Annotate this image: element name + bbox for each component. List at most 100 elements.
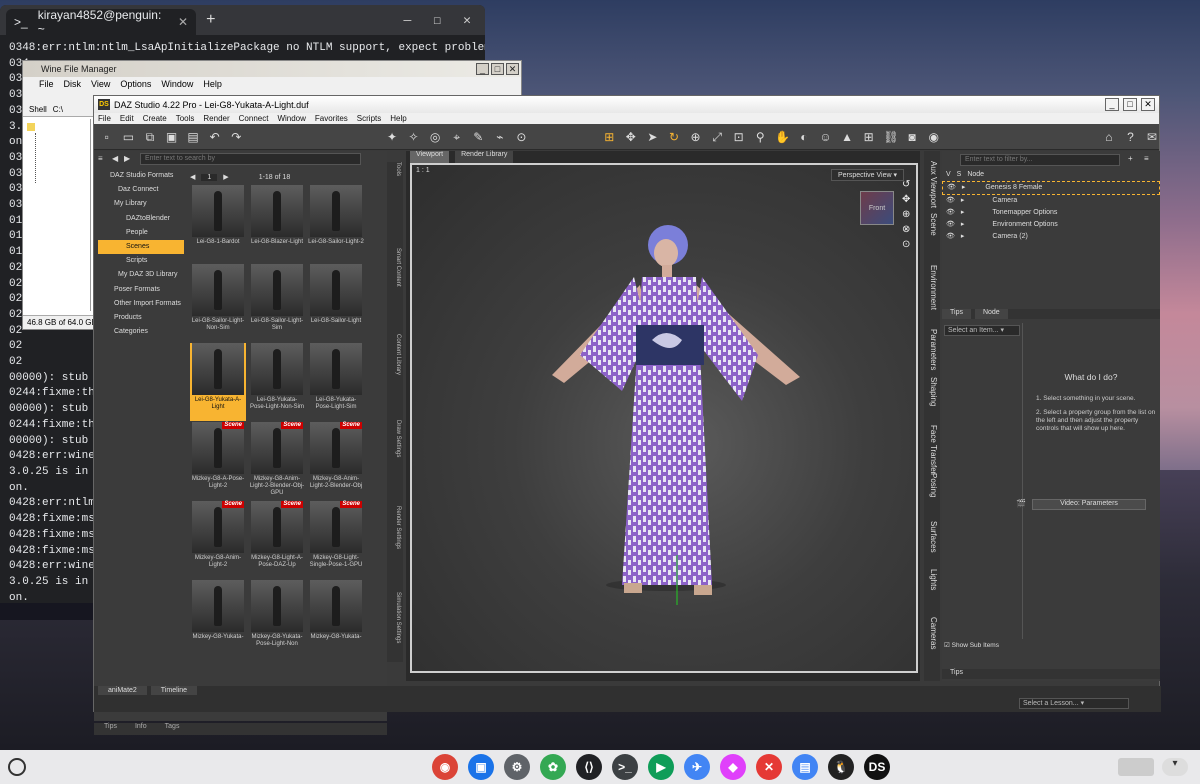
drive-c[interactable]: C:\ — [53, 105, 63, 114]
pose-icon[interactable]: ✋ — [775, 130, 790, 144]
page-number[interactable]: 1 — [201, 173, 218, 181]
wfm-titlebar[interactable]: Wine File Manager _ □ ✕ — [23, 61, 521, 77]
scene-tree[interactable]: V S Node 👁 ▸ Genesis 8 Female 👁 ▸ Camera 👁 ▸ Tonema… — [942, 169, 1160, 243]
scene-menu-icon[interactable]: ≡ — [1144, 154, 1149, 163]
tips-icon[interactable]: ✉ — [1145, 130, 1159, 144]
vertical-tab[interactable]: Render Settings — [395, 506, 401, 586]
open-icon[interactable]: ▭ — [122, 130, 136, 144]
tray-thumbnail[interactable] — [1118, 758, 1154, 776]
tool-icon-2[interactable]: ✧ — [407, 130, 421, 144]
daz-menu-item[interactable]: Favorites — [315, 114, 348, 123]
close-tab-icon[interactable]: ✕ — [178, 15, 188, 29]
wfm-menu-item[interactable]: Help — [203, 79, 222, 89]
spot-render-icon[interactable]: ⊞ — [862, 130, 876, 144]
app-icon[interactable]: ✈ — [684, 754, 710, 780]
wfm-menu-item[interactable]: Window — [161, 79, 193, 89]
next-page-icon[interactable]: ▶ — [223, 173, 228, 181]
linux-icon[interactable]: 🐧 — [828, 754, 854, 780]
prev-page-icon[interactable]: ◀ — [190, 173, 195, 181]
terminal-icon[interactable]: >_ — [612, 754, 638, 780]
daz-menu-item[interactable]: Tools — [176, 114, 195, 123]
geometry-icon[interactable]: ▲ — [840, 130, 854, 144]
render-icon[interactable]: ◙ — [905, 130, 919, 144]
wfm-menu-item[interactable]: View — [91, 79, 110, 89]
close-icon[interactable]: ✕ — [506, 63, 519, 75]
content-thumbnail[interactable]: Scene Mizkey-G8-Anim-Light-2-Blender-Obj — [308, 422, 364, 500]
content-thumbnail[interactable]: Scene Mizkey-G8-Anim-Light-2 — [190, 501, 246, 579]
vertical-tab[interactable]: Simulation Settings — [395, 592, 401, 672]
select-icon[interactable]: ▸ — [962, 182, 966, 194]
content-tree[interactable]: DAZ Studio Formats Daz Connect My Library D… — [98, 169, 184, 339]
link-icon[interactable]: ⛓ — [883, 130, 898, 144]
tab-render-library[interactable]: Render Library — [455, 151, 514, 163]
settings-icon[interactable]: ⚙ — [504, 754, 530, 780]
new-scene-icon[interactable]: ▫ — [100, 130, 114, 144]
content-thumbnail[interactable]: Scene Mizkey-G8-Light-Single-Pose-1-GPU — [308, 501, 364, 579]
right-bottom-tab[interactable]: Tips — [942, 669, 1160, 679]
translate-icon[interactable]: ⊕ — [689, 130, 703, 144]
help-icon[interactable]: ? — [1124, 130, 1138, 144]
files-icon[interactable]: ▣ — [468, 754, 494, 780]
visibility-icon[interactable]: 👁 — [947, 182, 956, 194]
show-sub-items-checkbox[interactable]: ☑ Show Sub Items — [944, 641, 999, 649]
play-store-icon[interactable]: ▶ — [648, 754, 674, 780]
content-thumbnail[interactable]: Mizkey-G8-Yukata-Pose-Light-Non — [249, 580, 305, 658]
daz-menu-item[interactable]: Edit — [120, 114, 134, 123]
docs-icon[interactable]: ▤ — [792, 754, 818, 780]
visibility-icon[interactable]: 👁 — [946, 195, 955, 207]
content-tree-item[interactable]: Other Import Formats — [98, 297, 184, 311]
content-tree-item[interactable]: Scenes — [98, 240, 184, 255]
minimize-icon[interactable]: — — [404, 13, 412, 28]
tab-tips[interactable]: Tips — [942, 309, 971, 319]
content-tree-item[interactable]: Daz Connect — [98, 183, 184, 197]
select-icon[interactable]: ▸ — [961, 195, 965, 207]
content-tree-item[interactable]: People — [98, 226, 184, 240]
move-icon[interactable]: ✥ — [624, 130, 638, 144]
visibility-icon[interactable]: 👁 — [946, 219, 955, 231]
daz-menu-item[interactable]: Create — [143, 114, 167, 123]
content-thumbnail[interactable]: Lei-G8-Sailor-Light-2 — [308, 185, 364, 263]
select-icon[interactable]: ▸ — [961, 207, 965, 219]
tool-icon-7[interactable]: ⊙ — [515, 130, 529, 144]
minimize-icon[interactable]: _ — [476, 63, 489, 75]
daz-menu-item[interactable]: Help — [390, 114, 406, 123]
content-tree-item[interactable]: Poser Formats — [98, 283, 184, 297]
daz-menu-item[interactable]: Window — [277, 114, 305, 123]
camera-icon[interactable]: ◉ — [927, 130, 941, 144]
maximize-icon[interactable]: □ — [1123, 98, 1137, 111]
left-bottom-tab[interactable]: Tags — [165, 723, 180, 735]
tab-animate2[interactable]: aniMate2 — [98, 686, 147, 695]
chrome-icon[interactable]: ◉ — [432, 754, 458, 780]
minimize-icon[interactable]: _ — [1105, 98, 1119, 111]
back-icon[interactable]: ◀ — [112, 154, 118, 163]
scene-node-row[interactable]: 👁 ▸ Camera (2) — [942, 231, 1160, 243]
daz-studio-window[interactable]: DS DAZ Studio 4.22 Pro - Lei-G8-Yukata-A… — [93, 95, 1161, 735]
drive-shell[interactable]: Shell — [29, 105, 47, 114]
node-icon[interactable]: ⊡ — [732, 130, 746, 144]
surface-icon[interactable]: ◐ — [797, 130, 811, 144]
content-thumbnail[interactable]: Mizkey-G8-Yukata- — [308, 580, 364, 658]
daz-menu-item[interactable]: Scripts — [357, 114, 381, 123]
visibility-icon[interactable]: 👁 — [946, 231, 955, 243]
select-icon[interactable]: ▸ — [961, 231, 965, 243]
launcher-icon[interactable] — [8, 758, 26, 776]
content-thumbnail[interactable]: Scene Mizkey-G8-A-Pose-Light-2 — [190, 422, 246, 500]
close-icon[interactable]: ✕ — [1141, 98, 1155, 111]
tab-timeline[interactable]: Timeline — [150, 686, 197, 695]
joint-icon[interactable]: ⚲ — [754, 130, 768, 144]
vertical-tab[interactable]: Cameras — [929, 617, 938, 697]
universal-tool-icon[interactable]: ⊞ — [602, 130, 616, 144]
terminal-tab[interactable]: >_ kirayan4852@penguin: ~ ✕ — [6, 8, 196, 36]
content-thumbnail[interactable]: Mizkey-G8-Yukata- — [190, 580, 246, 658]
vertical-tab[interactable]: Tools — [395, 162, 401, 242]
left-bottom-tab[interactable]: Info — [135, 723, 147, 735]
tool-icon-4[interactable]: ⌖ — [450, 130, 464, 144]
content-thumbnail[interactable]: Lei-G8-Sailor-Light — [308, 264, 364, 342]
content-thumbnail[interactable]: Lei-G8-1-Bardot — [190, 185, 246, 263]
content-thumbnail[interactable]: Lei-G8-Yukata-Pose-Light-Sim — [308, 343, 364, 421]
save-as-icon[interactable]: ▤ — [186, 130, 200, 144]
scene-filter-input[interactable]: Enter text to filter by... — [960, 154, 1120, 166]
save-icon[interactable]: ▣ — [165, 130, 179, 144]
vertical-tab[interactable]: Draw Settings — [395, 420, 401, 500]
content-search-input[interactable]: Enter text to search by — [140, 153, 361, 165]
